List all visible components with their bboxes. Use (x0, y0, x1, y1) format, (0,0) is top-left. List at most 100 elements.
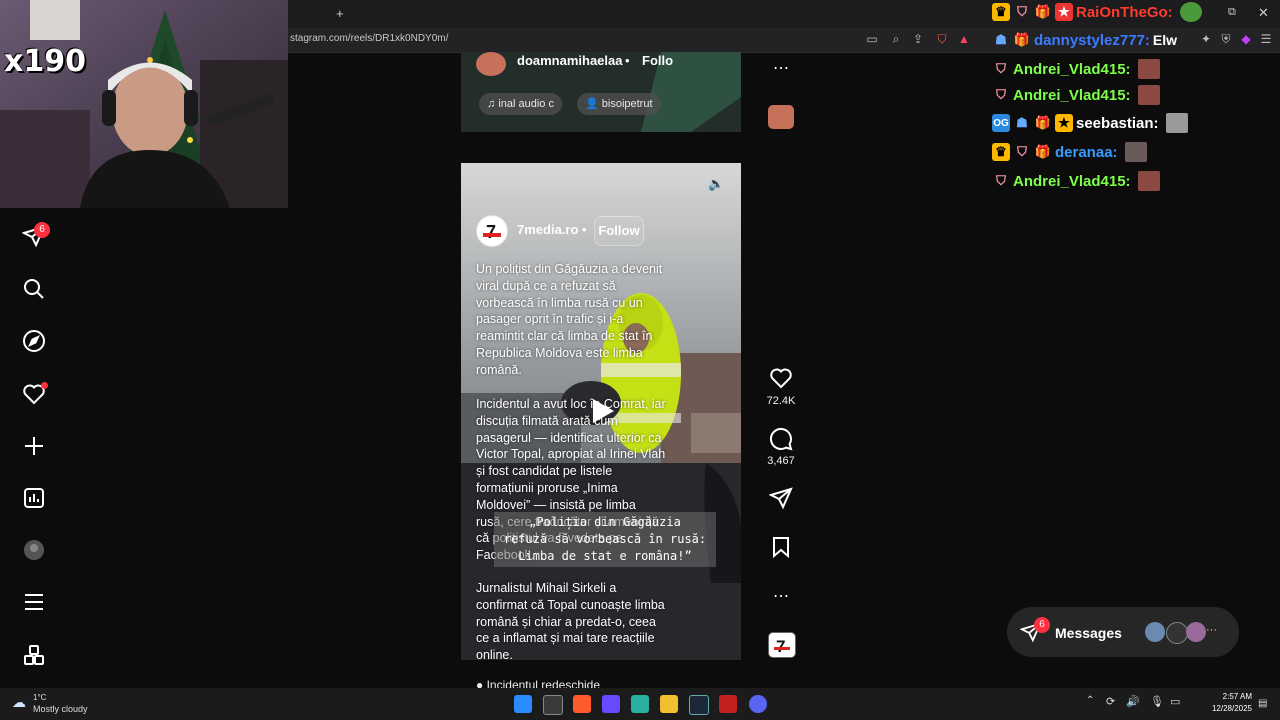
previous-reel-audio-thumb[interactable] (768, 105, 794, 129)
network-icon[interactable]: ▭ (1170, 695, 1180, 708)
crown-badge-icon: ♛ (992, 143, 1010, 161)
cast-icon[interactable]: ▭ (864, 31, 880, 47)
subtitle-line-2: refuză să vorbească în rusă: (503, 532, 707, 546)
seven-media-audio-logo: 7 (774, 637, 790, 656)
more-conversations-indicator[interactable]: ··· (1206, 624, 1217, 636)
subtitle-line-1: „Poliția din Găgăuzia (529, 515, 681, 529)
hat-badge-icon: ⛉ (996, 61, 1006, 76)
sync-icon[interactable]: ⟳ (1106, 695, 1115, 708)
conversation-avatar[interactable] (1145, 622, 1165, 642)
audio-chip[interactable]: ♫ inal audio c (479, 93, 562, 115)
chat-emote (1124, 142, 1147, 162)
audio-label: inal audio (498, 98, 546, 110)
chat-message: ♛ ⛉ 🎁 ★ RaiOnTheGo: (992, 1, 1202, 23)
webcam-overlay (0, 0, 288, 208)
tagged-user-chip[interactable]: 👤 bisoipetrut (577, 93, 661, 115)
gift-badge-icon: 🎁 (1013, 32, 1031, 47)
apps-icon[interactable] (20, 641, 48, 669)
chat-emote (1137, 59, 1160, 79)
chat-username[interactable]: Andrei_Vlad415: (1013, 87, 1131, 104)
chat-message: ☗ 🎁 dannystylez777: Elw (992, 29, 1177, 51)
previous-reel-more-icon[interactable]: ⋯ (768, 58, 794, 78)
brave-shield-icon[interactable]: ⛉ (934, 31, 950, 47)
microphone-icon[interactable]: 🎙 (1150, 695, 1164, 708)
caption-paragraph-3: Jurnalistul Mihail Sirkeli a confirmat c… (476, 581, 665, 663)
reel-avatar[interactable]: 7 (476, 215, 508, 247)
url-text[interactable]: stagram.com/reels/DR1xk0NDY0m/ (290, 33, 448, 44)
new-activity-dot (41, 382, 48, 389)
steam-icon[interactable] (689, 695, 709, 715)
profile-avatar[interactable] (20, 536, 48, 564)
chat-message: ⛉ Andrei_Vlad415: (992, 170, 1160, 192)
gift-badge-icon: 🎁 (1034, 144, 1052, 159)
hat-badge-icon: ⛉ (996, 87, 1006, 102)
extensions-icon[interactable]: ✦ (1198, 31, 1214, 47)
new-tab-button[interactable]: + (336, 6, 344, 21)
like-icon[interactable] (768, 366, 794, 395)
weather-temperature[interactable]: 1°C (33, 693, 46, 702)
task-view-icon[interactable] (543, 695, 563, 715)
insights-icon[interactable] (20, 484, 48, 512)
app-icon[interactable] (631, 695, 649, 713)
subtitle-line-3: Limba de stat e româna!” (518, 549, 692, 563)
chat-username[interactable]: seebastian: (1076, 115, 1159, 132)
create-icon[interactable] (20, 432, 48, 460)
brave-browser-icon[interactable] (573, 695, 591, 713)
webcam-image (0, 0, 288, 208)
clock-time[interactable]: 2:57 AM (1210, 692, 1252, 701)
tray-overflow-icon[interactable]: ⌃ (1086, 695, 1094, 706)
conversation-avatar[interactable] (1166, 622, 1188, 644)
chat-message: OG ☗ 🎁 ★ seebastian: (992, 112, 1188, 134)
close-window-icon[interactable]: ✕ (1258, 5, 1269, 21)
share-icon[interactable] (768, 486, 794, 515)
caption-paragraph-1: Un polițist din Găgăuzia a devenit viral… (476, 262, 663, 377)
more-options-icon[interactable]: ⋯ (768, 586, 794, 606)
sub-badge-icon: ★ (1055, 114, 1073, 132)
previous-reel-username[interactable]: doamnamihaelaa (517, 53, 623, 68)
browser-menu-icon[interactable]: ☰ (1258, 31, 1274, 47)
chat-username[interactable]: Andrei_Vlad415: (1013, 173, 1131, 190)
brave-rewards-icon[interactable]: ▲ (956, 31, 972, 47)
start-windows-icon[interactable] (514, 695, 532, 713)
volume-icon[interactable]: 🔊 (1126, 695, 1140, 708)
chat-username[interactable]: RaiOnTheGo: (1076, 4, 1173, 21)
gift-badge-icon: 🎁 (1034, 115, 1052, 130)
discord-icon[interactable] (749, 695, 767, 713)
wallet-icon[interactable]: ◆ (1238, 31, 1254, 47)
bot-badge-icon: ☗ (1016, 115, 1028, 130)
save-bookmark-icon[interactable] (768, 535, 794, 564)
crown-badge-icon: ♛ (992, 3, 1010, 21)
explore-icon[interactable] (20, 327, 48, 355)
chat-username[interactable]: Andrei_Vlad415: (1013, 61, 1131, 78)
weather-description[interactable]: Mostly cloudy (33, 704, 88, 714)
file-explorer-icon[interactable] (660, 695, 678, 713)
notification-center-icon[interactable]: ▤ (1258, 698, 1267, 709)
reel-audio-thumb[interactable]: 7 (768, 632, 796, 658)
previous-reel-avatar[interactable] (476, 52, 506, 76)
follow-button[interactable]: Follow (594, 216, 644, 246)
chat-emote (1137, 85, 1160, 105)
restore-window-icon[interactable]: ⧉ (1228, 6, 1236, 19)
share-icon[interactable]: ⇪ (910, 31, 926, 47)
chat-username[interactable]: dannystylez777: (1034, 32, 1150, 49)
reel-username[interactable]: 7media.ro (517, 222, 578, 237)
svg-text:7: 7 (486, 222, 496, 242)
clock-date[interactable]: 12/28/2025 (1206, 704, 1252, 713)
play-icon[interactable] (587, 396, 617, 426)
messages-label: Messages (1055, 625, 1122, 641)
zoom-icon[interactable]: ⌕ (888, 31, 904, 47)
notification-count-badge: 6 (34, 222, 50, 238)
separator-dot: • (582, 222, 587, 237)
more-menu-icon[interactable] (20, 588, 48, 616)
conversation-avatar[interactable] (1186, 622, 1206, 642)
search-icon[interactable] (20, 275, 48, 303)
app-icon[interactable] (719, 695, 737, 713)
weather-cloud-icon[interactable]: ☁ (12, 694, 26, 711)
combo-multiplier: x190 (4, 44, 86, 79)
comment-icon[interactable] (768, 427, 794, 456)
mute-icon[interactable]: 🔈 (708, 176, 728, 194)
previous-reel-follow-button[interactable]: Follo (642, 53, 673, 68)
vpn-icon[interactable]: ⛨ (1218, 31, 1234, 47)
app-icon[interactable] (602, 695, 620, 713)
chat-username[interactable]: deranaa: (1055, 144, 1118, 161)
